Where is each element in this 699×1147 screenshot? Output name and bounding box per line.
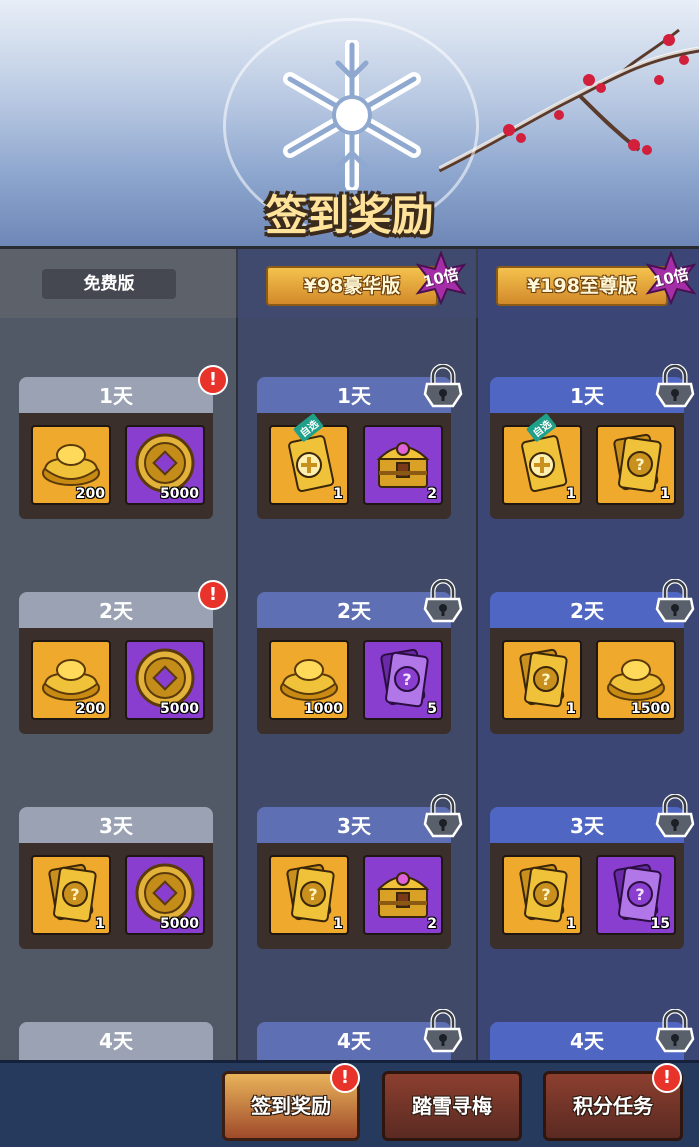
- lock-icon: [655, 794, 695, 838]
- day-label: 2天: [257, 592, 451, 630]
- lock-icon: [423, 1009, 463, 1053]
- day-label: 3天: [257, 807, 451, 845]
- day-label: 3天: [19, 807, 213, 845]
- reward-slot[interactable]: 1000: [269, 640, 349, 720]
- reward-slot[interactable]: 5: [363, 640, 443, 720]
- gold-card-icon: [510, 646, 574, 710]
- card-body: 自选 1 2: [257, 412, 451, 519]
- reward-slot[interactable]: 1: [596, 425, 676, 505]
- gold-card-icon: [277, 861, 341, 925]
- reward-card-deluxe-day3[interactable]: 3天 1 2: [257, 807, 451, 949]
- plum-branch-decoration: [439, 28, 699, 173]
- bottom-nav: 签到奖励 ! 踏雪寻梅 积分任务 !: [0, 1060, 699, 1147]
- reward-card-deluxe-day1[interactable]: 1天 自选 1 2: [257, 377, 451, 519]
- reward-card-free-day1[interactable]: 1天 200 5000: [19, 377, 213, 519]
- card-body: 1 2: [257, 843, 451, 949]
- purple-card-icon: [371, 646, 435, 710]
- tier-tab-free[interactable]: 免费版: [0, 249, 236, 319]
- page-title: 签到奖励: [265, 191, 434, 240]
- lock-icon: [655, 1009, 695, 1053]
- reward-slot[interactable]: 200: [31, 640, 111, 720]
- reward-slot[interactable]: 1: [502, 855, 582, 935]
- reward-card-free-day4[interactable]: 4天: [19, 1022, 213, 1060]
- alert-icon: !: [652, 1063, 682, 1093]
- reward-slot[interactable]: 2: [363, 425, 443, 505]
- day-label: 4天: [257, 1022, 451, 1060]
- alert-icon: !: [198, 365, 228, 395]
- treasure-chest-icon: [371, 431, 435, 495]
- card-body: 1 5000: [19, 843, 213, 949]
- lock-icon: [655, 579, 695, 623]
- lock-icon: [423, 794, 463, 838]
- card-body: 200 5000: [19, 628, 213, 734]
- card-body: 1 1500: [490, 628, 684, 734]
- lock-icon: [655, 364, 695, 408]
- snowflake-icon: [283, 40, 421, 190]
- day-label: 2天: [19, 592, 213, 630]
- reward-card-deluxe-day4[interactable]: 4天: [257, 1022, 451, 1060]
- gold-card-icon: [604, 431, 668, 495]
- tier-label-free: 免费版: [42, 269, 176, 299]
- tier-tab-supreme[interactable]: ¥198至尊版 10倍: [478, 249, 699, 319]
- day-label: 4天: [19, 1022, 213, 1060]
- reward-slot[interactable]: 自选 1: [269, 412, 349, 505]
- reward-slot[interactable]: 1500: [596, 640, 676, 720]
- choose-card-icon: [277, 431, 341, 495]
- reward-slot[interactable]: 15: [596, 855, 676, 935]
- reward-slot[interactable]: 自选 1: [502, 412, 582, 505]
- lock-icon: [423, 364, 463, 408]
- card-body: 200 5000: [19, 413, 213, 519]
- reward-card-free-day2[interactable]: 2天 200 5000: [19, 592, 213, 734]
- reward-slot[interactable]: 2: [363, 855, 443, 935]
- reward-card-deluxe-day2[interactable]: 2天 1000 5: [257, 592, 451, 734]
- alert-icon: !: [198, 580, 228, 610]
- reward-card-free-day3[interactable]: 3天 1 5000: [19, 807, 213, 949]
- lock-icon: [423, 579, 463, 623]
- reward-slot[interactable]: 1: [502, 640, 582, 720]
- day-label: 1天: [257, 377, 451, 415]
- alert-icon: !: [330, 1063, 360, 1093]
- multiplier-badge-supreme: 10倍: [644, 250, 698, 306]
- choose-card-icon: [510, 431, 574, 495]
- nav-tab-snow-plum[interactable]: 踏雪寻梅: [382, 1071, 522, 1141]
- card-body: 自选 1 1: [490, 412, 684, 519]
- reward-slot[interactable]: 1: [269, 855, 349, 935]
- reward-slot[interactable]: 5000: [125, 855, 205, 935]
- reward-slot[interactable]: 1: [31, 855, 111, 935]
- header-banner: 签到奖励: [0, 0, 699, 248]
- day-label: 1天: [19, 377, 213, 415]
- multiplier-badge-deluxe: 10倍: [414, 250, 468, 306]
- card-body: 1000 5: [257, 628, 451, 734]
- gold-card-icon: [39, 861, 103, 925]
- reward-slot[interactable]: 5000: [125, 640, 205, 720]
- card-body: 1 15: [490, 843, 684, 949]
- reward-slot[interactable]: 5000: [125, 425, 205, 505]
- tier-tab-deluxe[interactable]: ¥98豪华版 10倍: [238, 249, 476, 319]
- tier-header-row: 免费版 ¥98豪华版 10倍 ¥198至尊版 10倍: [0, 246, 699, 322]
- reward-slot[interactable]: 200: [31, 425, 111, 505]
- treasure-chest-icon: [371, 861, 435, 925]
- gold-card-icon: [510, 861, 574, 925]
